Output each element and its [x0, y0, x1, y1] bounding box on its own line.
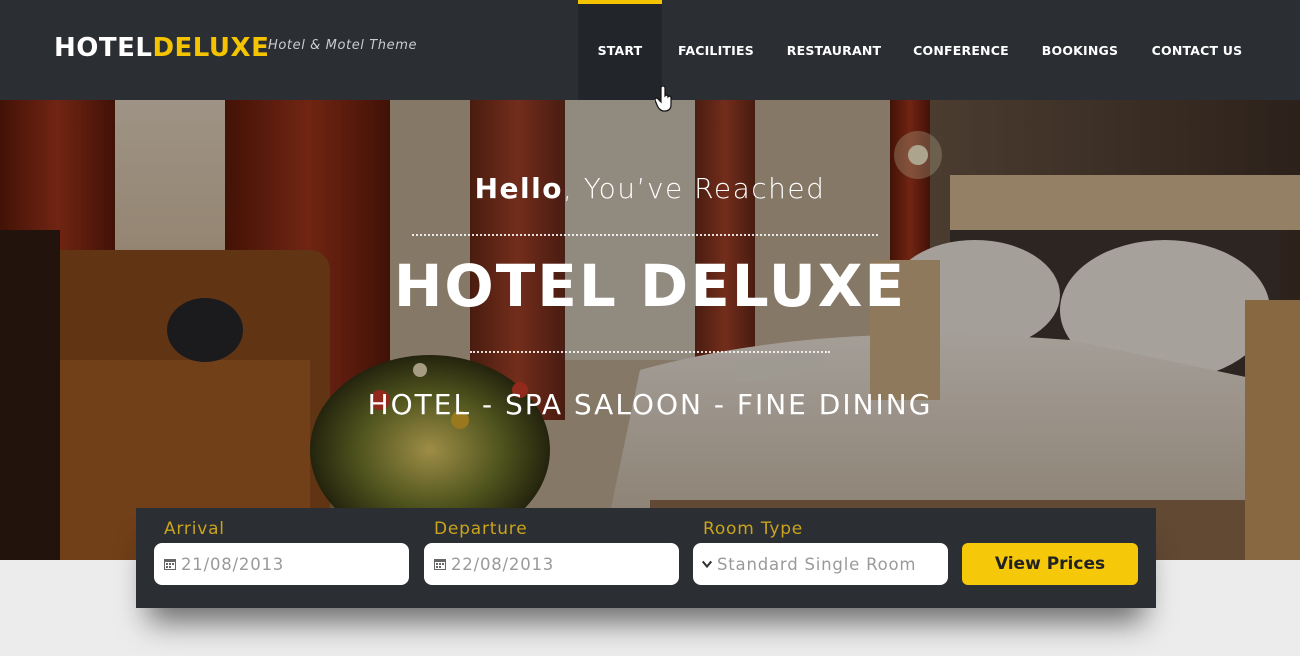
- hero-subtitle: HOTEL - SPA SALOON - FINE DINING: [367, 388, 933, 421]
- arrival-label: Arrival: [164, 519, 225, 539]
- hand-pointer-icon: [655, 86, 672, 112]
- view-prices-button[interactable]: View Prices: [962, 543, 1138, 585]
- hero-divider-bottom: [470, 351, 830, 353]
- nav-item-contact-us[interactable]: CONTACT US: [1142, 0, 1252, 100]
- site-tagline: Hotel & Motel Theme: [268, 38, 418, 53]
- logo-word-hotel: HOTEL: [54, 33, 153, 63]
- hero-greeting-rest: , You’ve Reached: [562, 172, 826, 205]
- nav-item-label: CONFERENCE: [913, 42, 1009, 58]
- nav-item-restaurant[interactable]: RESTAURANT: [779, 0, 889, 100]
- hero-greeting-bold: Hello: [474, 172, 563, 205]
- departure-date-field[interactable]: 22/08/2013: [424, 543, 679, 585]
- nav-item-label: RESTAURANT: [786, 42, 882, 58]
- nav-item-start[interactable]: START: [578, 0, 662, 100]
- nav-item-facilities[interactable]: FACILITIES: [666, 0, 766, 100]
- nav-item-label: FACILITIES: [678, 42, 754, 58]
- arrival-date-field[interactable]: 21/08/2013: [154, 543, 409, 585]
- arrival-date-value: 21/08/2013: [181, 554, 285, 574]
- room-type-value: Standard Single Room: [717, 554, 917, 574]
- hero-banner: Hello, You’ve Reached HOTEL DELUXE HOTEL…: [0, 100, 1300, 560]
- room-type-label: Room Type: [703, 519, 804, 539]
- hero-greeting: Hello, You’ve Reached: [0, 172, 1300, 205]
- room-type-select[interactable]: Standard Single Room: [693, 543, 948, 585]
- hero-divider-top: [412, 234, 878, 236]
- nav-item-bookings[interactable]: BOOKINGS: [1032, 0, 1128, 100]
- site-header: HOTELDELUXE Hotel & Motel Theme START FA…: [0, 0, 1300, 100]
- calendar-icon: [164, 559, 176, 570]
- departure-label: Departure: [434, 519, 528, 539]
- booking-form: Arrival 21/08/2013 Departure 22/08/2013 …: [136, 508, 1156, 608]
- nav-item-label: START: [597, 42, 643, 58]
- hero-title: HOTEL DELUXE: [393, 252, 907, 320]
- hero-overlay: [0, 100, 1300, 560]
- chevron-down-icon: [701, 560, 713, 569]
- nav-item-conference[interactable]: CONFERENCE: [903, 0, 1019, 100]
- site-logo[interactable]: HOTELDELUXE: [54, 31, 269, 65]
- departure-date-value: 22/08/2013: [451, 554, 555, 574]
- nav-item-label: BOOKINGS: [1041, 42, 1119, 58]
- logo-word-deluxe: DELUXE: [152, 33, 270, 63]
- nav-item-label: CONTACT US: [1151, 42, 1243, 58]
- calendar-icon: [434, 559, 446, 570]
